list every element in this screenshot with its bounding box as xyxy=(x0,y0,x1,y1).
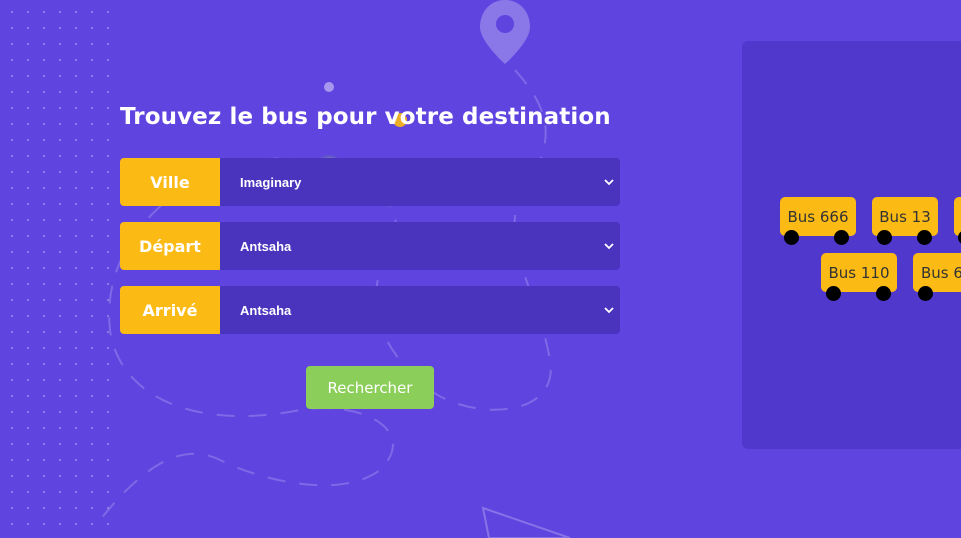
dot-pattern xyxy=(0,0,115,538)
bus-item[interactable]: Bus 666 xyxy=(780,197,856,245)
city-label: Ville xyxy=(120,158,220,206)
bus-wheel xyxy=(918,286,933,301)
departure-select[interactable]: Antsaha xyxy=(220,222,620,270)
arrival-label: Arrivé xyxy=(120,286,220,334)
bus-panel: Bus 666 Bus 13 Bus 110 Bus 6 xyxy=(742,41,961,449)
departure-select-value: Antsaha xyxy=(240,238,292,254)
bus-wheel xyxy=(784,230,799,245)
city-select-value: Imaginary xyxy=(240,174,302,190)
chevron-down-icon xyxy=(604,179,614,186)
arrival-select[interactable]: Antsaha xyxy=(220,286,620,334)
city-select[interactable]: Imaginary xyxy=(220,158,620,206)
departure-label: Départ xyxy=(120,222,220,270)
bus-item[interactable]: Bus 6 xyxy=(913,253,961,301)
bus-body-partial xyxy=(954,197,961,236)
map-pin-icon xyxy=(480,0,530,64)
bus-item[interactable]: Bus 110 xyxy=(821,253,897,301)
bus-wheel xyxy=(826,286,841,301)
chevron-down-icon xyxy=(604,307,614,314)
bus-wheel xyxy=(917,230,932,245)
bus-label: Bus 6 xyxy=(913,253,961,292)
departure-field: Départ Antsaha xyxy=(120,222,620,270)
bus-item[interactable]: Bus 13 xyxy=(872,197,938,245)
arrival-select-value: Antsaha xyxy=(240,302,292,318)
bus-wheel xyxy=(834,230,849,245)
bus-wheel xyxy=(876,286,891,301)
bus-wheel xyxy=(877,230,892,245)
arrival-field: Arrivé Antsaha xyxy=(120,286,620,334)
page-title: Trouvez le bus pour votre destination xyxy=(120,104,611,130)
chevron-down-icon xyxy=(604,243,614,250)
bus-item-partial[interactable] xyxy=(954,197,961,245)
city-field: Ville Imaginary xyxy=(120,158,620,206)
search-button[interactable]: Rechercher xyxy=(306,366,434,409)
